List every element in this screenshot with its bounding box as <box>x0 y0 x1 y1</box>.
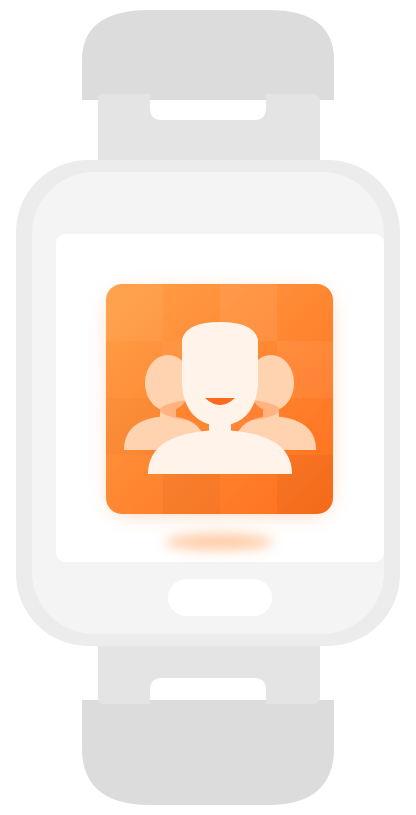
bottom-strap-connector <box>98 640 320 704</box>
top-strap <box>82 10 334 100</box>
bottom-strap <box>82 700 334 805</box>
watch-illustration <box>0 0 416 815</box>
home-button[interactable] <box>168 579 272 616</box>
top-strap-connector <box>98 94 320 165</box>
tile-shadow <box>165 534 273 550</box>
watch-graphic <box>16 10 400 805</box>
contacts-app-tile[interactable] <box>106 284 334 515</box>
